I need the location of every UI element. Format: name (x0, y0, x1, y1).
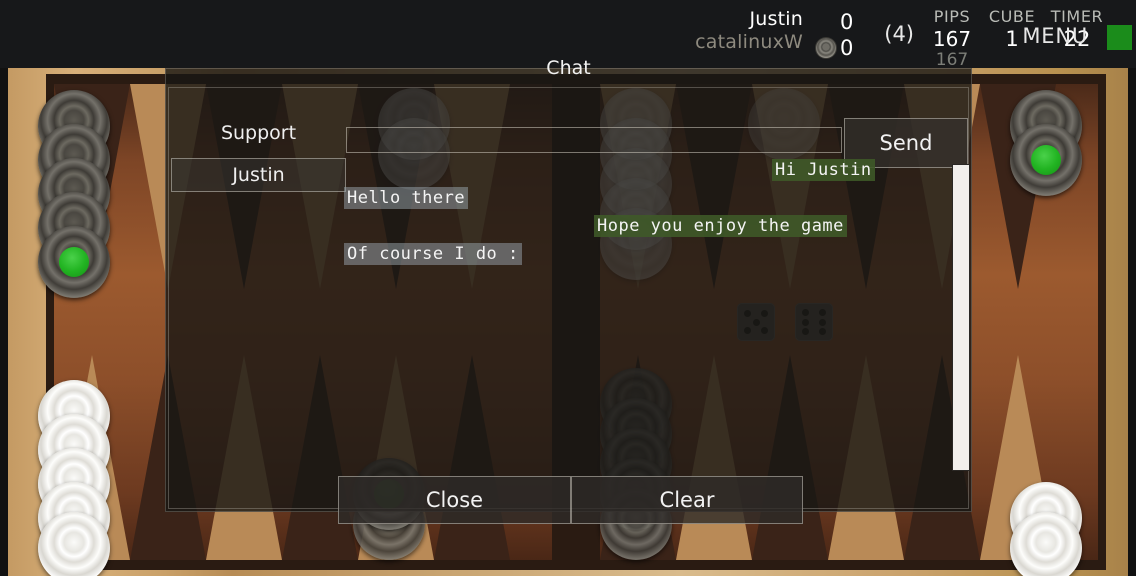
selection-marker-icon (1031, 145, 1061, 175)
player-names: Justin catalinuxW (543, 8, 803, 54)
stat-pips-label: PIPS (933, 7, 971, 26)
checker-avatar-icon (816, 38, 836, 58)
checker-white[interactable] (1010, 512, 1082, 576)
close-button[interactable]: Close (338, 476, 571, 524)
chat-panel: Support Justin Send Hi Justin Hello ther… (168, 87, 969, 524)
chat-dialog: Chat Support Justin Send Hi Justin Hello… (165, 57, 972, 524)
chat-message: Of course I do : (344, 243, 522, 265)
score-display: 0 0 (840, 9, 864, 61)
stat-pips-value: 167 (932, 27, 972, 51)
clear-button[interactable]: Clear (571, 476, 803, 524)
selection-marker-icon (59, 247, 89, 277)
chat-tab-support[interactable]: Support (171, 117, 346, 149)
player-name-bottom: catalinuxW (695, 31, 803, 53)
chat-message: Hope you enjoy the game (594, 215, 847, 237)
connection-indicator-icon[interactable] (1107, 25, 1132, 50)
chat-message-input[interactable] (346, 127, 842, 153)
chat-title: Chat (546, 57, 591, 79)
chat-tab-justin[interactable]: Justin (171, 158, 346, 192)
chat-scrollbar[interactable] (953, 165, 969, 470)
player-name-top: Justin (749, 8, 803, 30)
score-top: 0 (840, 10, 854, 34)
chat-message: Hello there (344, 187, 469, 209)
checker-dark-selected[interactable] (38, 226, 110, 298)
chat-message: Hi Justin (772, 159, 875, 181)
menu-button[interactable]: MENU (1022, 24, 1088, 48)
game-screen: Justin catalinuxW 0 0 (4) PIPS 167 167 C… (0, 0, 1136, 576)
match-length: (4) (884, 22, 914, 46)
checker-dark-selected[interactable] (1010, 124, 1082, 196)
checker-white[interactable] (38, 512, 110, 576)
chat-scrollbar-thumb[interactable] (953, 165, 969, 470)
chat-message-list: Hi Justin Hello there Hope you enjoy the… (338, 159, 958, 471)
